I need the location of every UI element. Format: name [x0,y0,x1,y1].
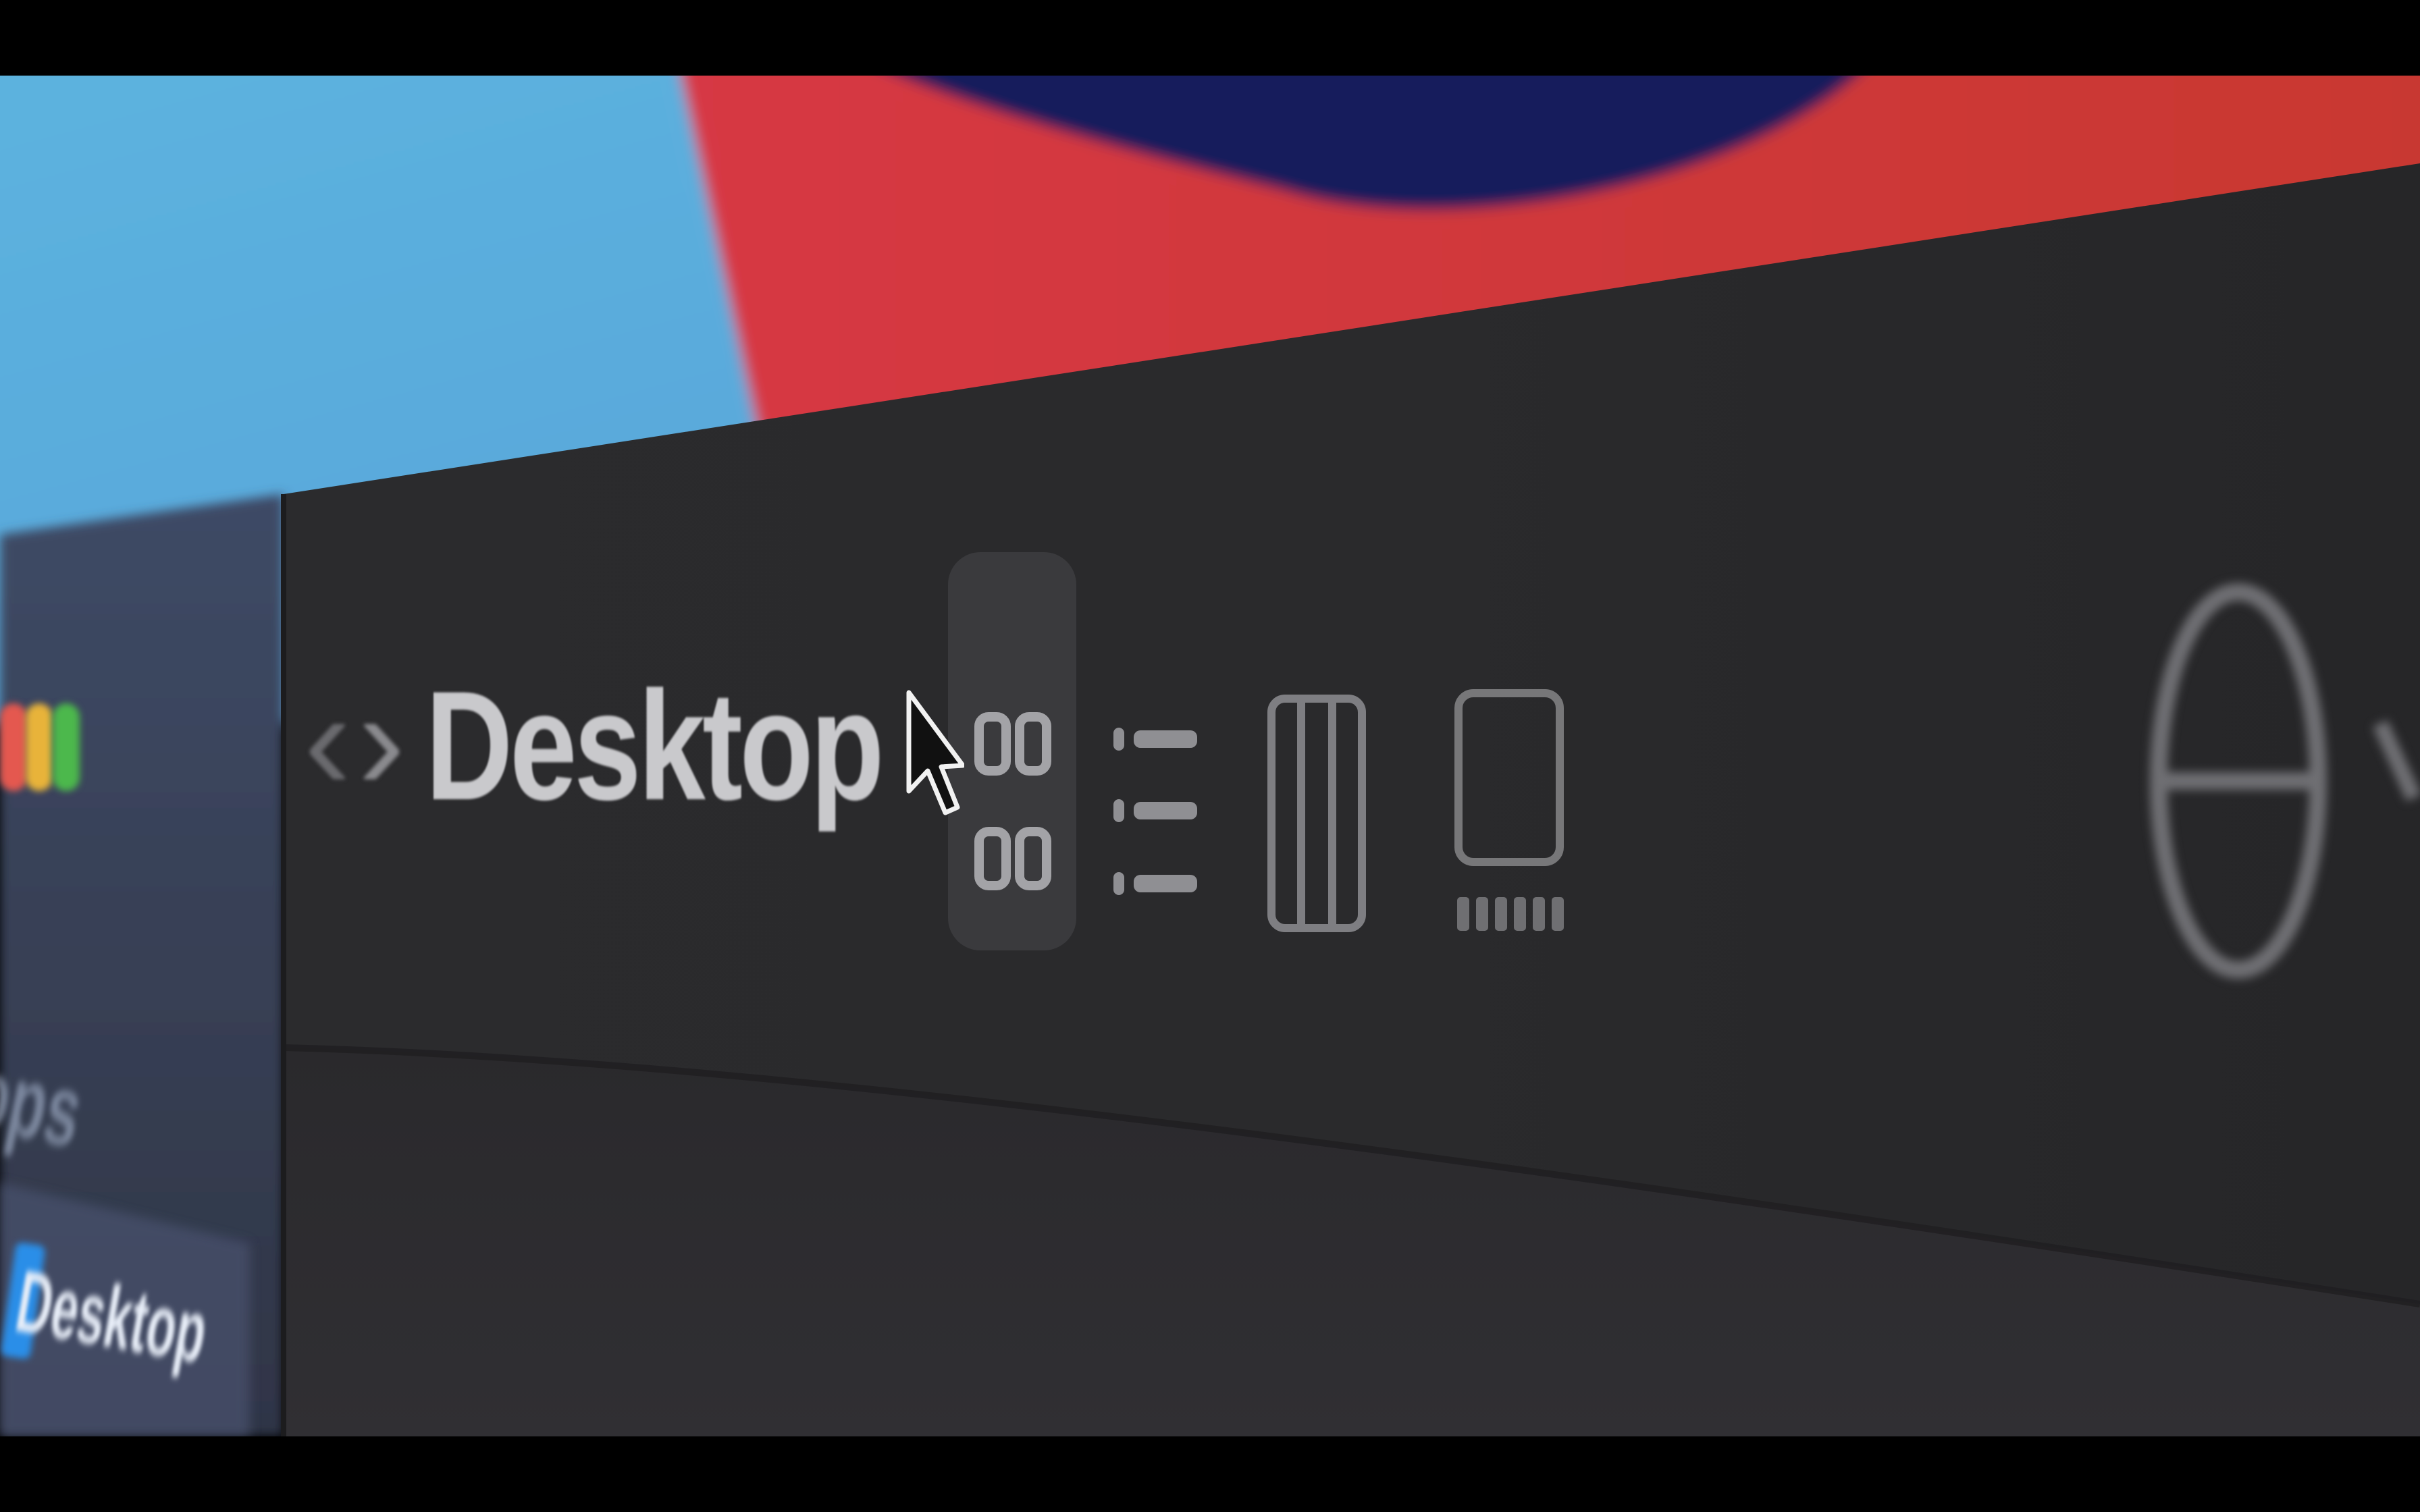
screen-closeup: ops Desktop ‹ › Desktop [0,76,2420,1436]
video-frame: ops Desktop ‹ › Desktop [0,0,2420,1512]
view-gallery-button[interactable] [1452,686,1567,936]
list-icon [1113,728,1197,895]
icon-grid-icon [974,712,1051,890]
letterbox-bottom [0,1436,2420,1512]
back-button[interactable]: ‹ [304,670,351,811]
forward-button[interactable]: › [358,670,405,811]
chevron-left-icon: ‹ [304,661,351,819]
letterbox-top [0,0,2420,76]
window-title: Desktop [425,659,885,832]
zoom-window-button[interactable] [53,703,80,791]
minimize-window-button[interactable] [26,703,53,791]
close-window-button[interactable] [0,703,27,791]
mouse-pointer-icon [906,690,964,815]
gallery-icon [1454,689,1564,931]
view-list-button[interactable] [1111,724,1199,913]
columns-icon [1267,695,1366,932]
chevron-right-icon: › [358,661,405,819]
chevron-down-icon[interactable] [2373,697,2420,832]
action-menu-icon[interactable] [2140,575,2336,987]
view-columns-button[interactable] [1266,693,1367,936]
